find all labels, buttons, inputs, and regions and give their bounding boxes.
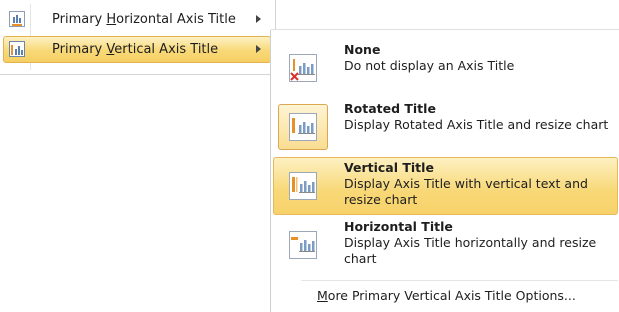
option-vertical-title[interactable]: Vertical Title Display Axis Title with v… — [273, 157, 618, 215]
option-description: Display Rotated Axis Title and resize ch… — [344, 117, 609, 132]
rotated-title-icon — [289, 113, 317, 141]
option-title: None — [344, 42, 381, 57]
no-title-icon — [289, 54, 317, 82]
option-none[interactable]: None Do not display an Axis Title — [273, 39, 618, 97]
submenu-arrow-icon — [256, 15, 261, 23]
option-horizontal-title[interactable]: Horizontal Title Display Axis Title hori… — [273, 216, 618, 274]
submenu-arrow-icon — [256, 45, 261, 53]
menu-separator — [301, 280, 618, 281]
axis-titles-submenu: Primary Horizontal Axis Title Primary Ve… — [0, 0, 276, 75]
option-title: Horizontal Title — [344, 219, 453, 234]
vertical-axis-title-menu: None Do not display an Axis Title Rotate… — [270, 29, 619, 312]
option-description: Do not display an Axis Title — [344, 58, 515, 73]
option-icon-box — [278, 222, 328, 268]
horizontal-axis-title-icon — [9, 11, 25, 27]
menu-item-label: Primary Vertical Axis Title — [52, 42, 219, 57]
option-icon-box — [278, 104, 328, 150]
option-title: Rotated Title — [344, 101, 436, 116]
menu-item-primary-horizontal-axis-title[interactable]: Primary Horizontal Axis Title — [3, 6, 271, 33]
menu-item-label: Primary Horizontal Axis Title — [52, 12, 236, 27]
horizontal-title-icon — [289, 231, 317, 259]
vertical-title-icon — [289, 172, 317, 200]
option-rotated-title[interactable]: Rotated Title Display Rotated Axis Title… — [273, 98, 618, 156]
option-icon-box — [278, 45, 328, 91]
option-description: Display Axis Title with vertical text an… — [344, 176, 588, 207]
vertical-axis-title-icon — [9, 41, 25, 57]
more-axis-title-options[interactable]: More Primary Vertical Axis Title Options… — [317, 288, 576, 303]
option-icon-box — [278, 163, 328, 209]
option-title: Vertical Title — [344, 160, 434, 175]
menu-item-primary-vertical-axis-title[interactable]: Primary Vertical Axis Title — [3, 36, 271, 63]
option-description: Display Axis Title horizontally and resi… — [344, 235, 597, 266]
